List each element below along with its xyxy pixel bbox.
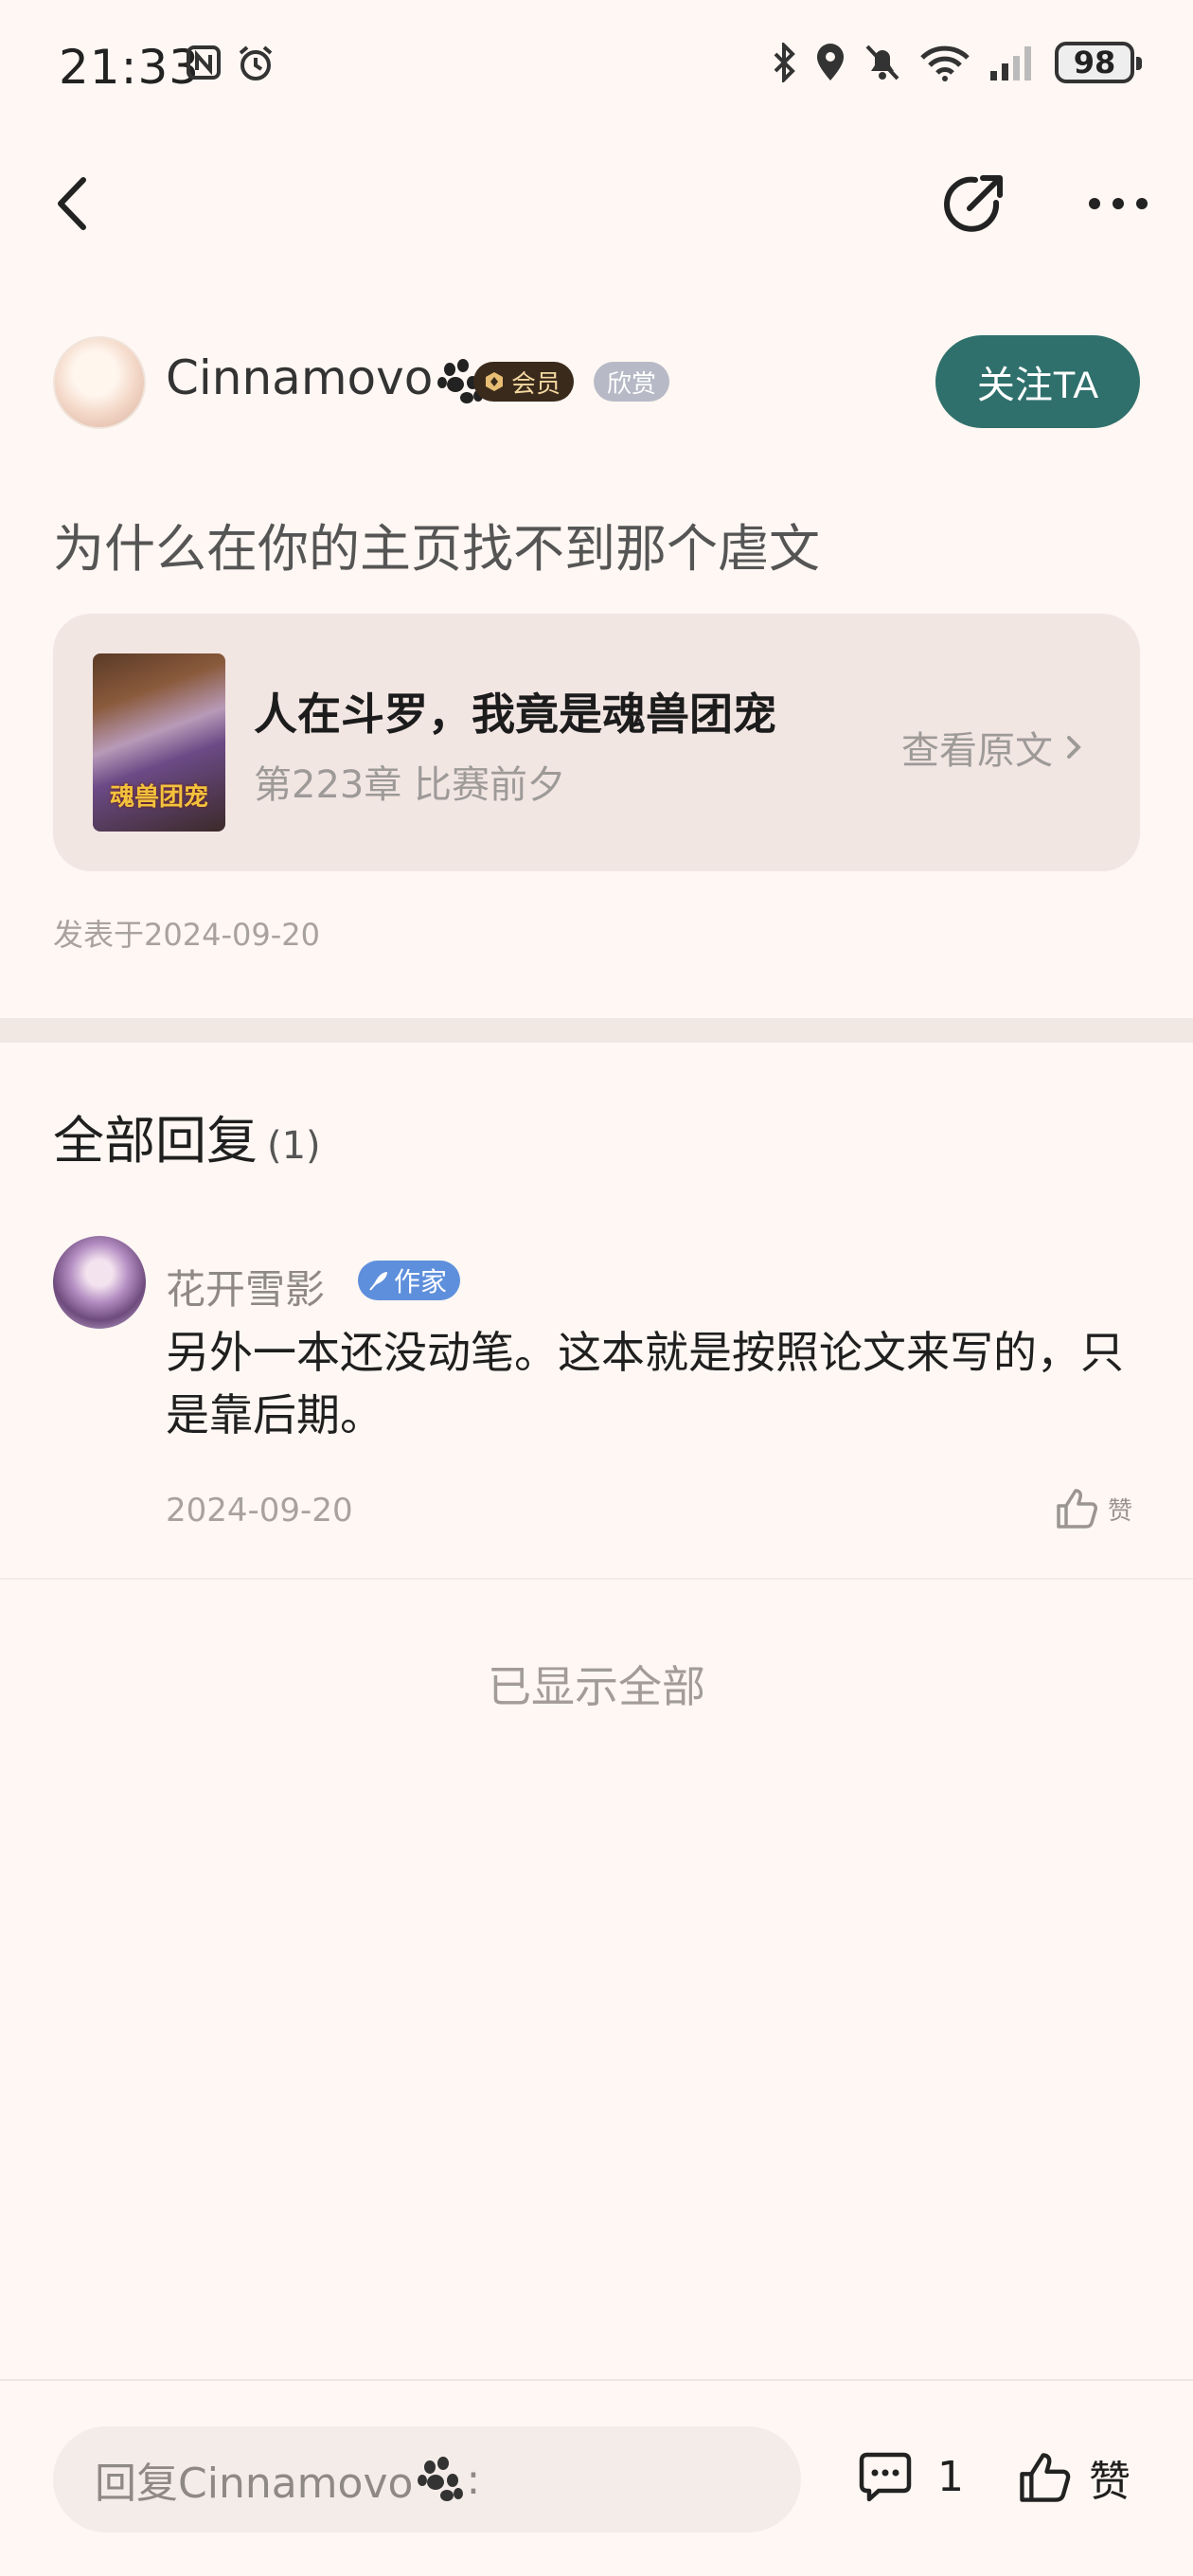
- status-left-icons: [185, 44, 276, 83]
- replies-title: 全部回复: [53, 1111, 258, 1171]
- signal-icon: [990, 46, 1031, 80]
- book-cover-title: 魂兽团宠: [109, 783, 208, 812]
- writer-badge: 作家: [358, 1261, 461, 1300]
- status-right-icons: 98: [773, 42, 1142, 83]
- reply-avatar[interactable]: [53, 1236, 146, 1329]
- thumbs-up-icon: [1020, 2453, 1071, 2502]
- writer-badge-label: 作家: [394, 1266, 448, 1297]
- alarm-icon: [239, 45, 273, 80]
- view-original-link[interactable]: 查看原文: [901, 720, 1083, 775]
- quill-icon: [369, 1272, 387, 1291]
- follow-button[interactable]: 关注TA: [935, 335, 1140, 428]
- bottom-bar-divider: [0, 2379, 1193, 2381]
- back-icon[interactable]: [47, 170, 104, 237]
- section-divider: [0, 1018, 1193, 1043]
- book-chapter: 第223章 比赛前夕: [254, 763, 566, 807]
- battery-indicator: 98: [1055, 42, 1142, 83]
- end-of-list-label: 已显示全部: [488, 1661, 705, 1712]
- comment-button[interactable]: 1: [856, 2447, 964, 2506]
- reply-date: 2024-09-20: [166, 1492, 353, 1530]
- reply-author-name[interactable]: 花开雪影: [166, 1258, 325, 1315]
- vip-badge-label: 会员: [511, 369, 561, 399]
- reply-like-label: 赞: [1108, 1496, 1133, 1526]
- reply-placeholder: 回复Cinnamovo: [95, 2460, 414, 2508]
- post-date: 发表于2024-09-20: [53, 917, 320, 953]
- book-title: 人在斗罗，我竟是魂兽团宠: [254, 689, 776, 740]
- book-cover[interactable]: 魂兽团宠: [93, 653, 225, 832]
- thumbs-up-icon: [1057, 1489, 1097, 1529]
- reply-text: 另外一本还没动笔。这本就是按照论文来写的，只是靠后期。: [166, 1327, 1124, 1440]
- comment-icon: [859, 2452, 912, 2502]
- comment-count: 1: [937, 2452, 964, 2501]
- post-text: 为什么在你的主页找不到那个虐文: [53, 519, 820, 579]
- author-avatar[interactable]: [53, 336, 146, 429]
- bluetooth-icon: [774, 43, 795, 82]
- nfc-icon: [187, 45, 221, 80]
- like-button[interactable]: 赞: [1015, 2447, 1131, 2508]
- status-time: 21:33: [59, 40, 201, 95]
- replies-header: 全部回复 (1): [53, 1099, 321, 1173]
- appreciate-badge: 欣赏: [594, 362, 670, 402]
- list-divider: [0, 1578, 1193, 1580]
- view-original-label: 查看原文: [901, 729, 1053, 773]
- mute-icon: [865, 45, 899, 80]
- location-icon: [817, 44, 844, 80]
- more-icon[interactable]: [1087, 189, 1149, 218]
- share-icon[interactable]: [937, 169, 1009, 241]
- replies-count: (1): [267, 1124, 321, 1168]
- author-name-row[interactable]: Cinnamovo: [166, 350, 486, 407]
- reply-input[interactable]: 回复Cinnamovo:: [53, 2426, 801, 2532]
- vip-badge: 会员: [473, 362, 575, 402]
- author-name: Cinnamovo: [166, 350, 434, 405]
- reply-placeholder-suffix: :: [466, 2455, 481, 2504]
- wifi-icon: [920, 45, 970, 81]
- chevron-right-icon: [1067, 736, 1081, 759]
- vip-hex-icon: [486, 372, 503, 391]
- like-label: 赞: [1089, 2458, 1131, 2506]
- reply-like-button[interactable]: 赞: [1053, 1485, 1132, 1532]
- paw-icon: [418, 2457, 464, 2501]
